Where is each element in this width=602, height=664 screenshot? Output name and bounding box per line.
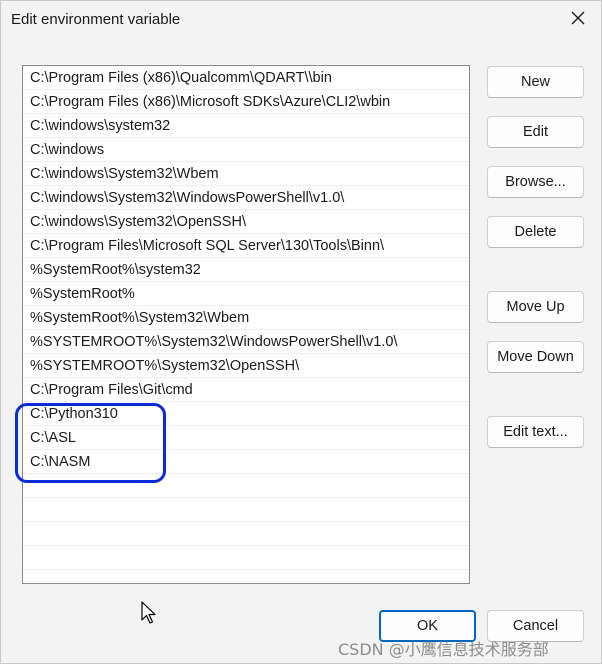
list-item[interactable] [23, 474, 469, 498]
list-item[interactable]: C:\ASL [23, 426, 469, 450]
list-item[interactable]: C:\Python310 [23, 402, 469, 426]
edit-environment-variable-dialog: Edit environment variable C:\Program Fil… [0, 0, 602, 664]
close-icon [571, 11, 585, 30]
mouse-cursor-icon [141, 601, 157, 625]
list-item[interactable]: C:\Program Files (x86)\Qualcomm\QDART\\b… [23, 66, 469, 90]
list-item[interactable]: %SYSTEMROOT%\System32\WindowsPowerShell\… [23, 330, 469, 354]
list-item[interactable]: %SystemRoot%\system32 [23, 258, 469, 282]
list-item[interactable]: C:\windows\System32\OpenSSH\ [23, 210, 469, 234]
list-item[interactable]: C:\Program Files (x86)\Microsoft SDKs\Az… [23, 90, 469, 114]
watermark-text: CSDN @小鹰信息技术服务部 [338, 640, 549, 659]
edit-text-button[interactable]: Edit text... [487, 416, 584, 448]
new-button[interactable]: New [487, 66, 584, 98]
list-item[interactable] [23, 522, 469, 546]
delete-button[interactable]: Delete [487, 216, 584, 248]
browse-button[interactable]: Browse... [487, 166, 584, 198]
close-button[interactable] [563, 5, 593, 35]
edit-button[interactable]: Edit [487, 116, 584, 148]
dialog-title: Edit environment variable [11, 11, 181, 28]
list-item[interactable] [23, 498, 469, 522]
list-item[interactable]: C:\windows\System32\WindowsPowerShell\v1… [23, 186, 469, 210]
list-item[interactable]: C:\Program Files\Microsoft SQL Server\13… [23, 234, 469, 258]
move-down-button[interactable]: Move Down [487, 341, 584, 373]
list-item[interactable]: C:\windows [23, 138, 469, 162]
list-item[interactable]: C:\windows\System32\Wbem [23, 162, 469, 186]
list-item[interactable]: %SystemRoot% [23, 282, 469, 306]
list-item[interactable]: C:\Program Files\Git\cmd [23, 378, 469, 402]
list-item[interactable]: %SystemRoot%\System32\Wbem [23, 306, 469, 330]
list-item[interactable]: %SYSTEMROOT%\System32\OpenSSH\ [23, 354, 469, 378]
list-item[interactable]: C:\NASM [23, 450, 469, 474]
list-item[interactable] [23, 546, 469, 570]
move-up-button[interactable]: Move Up [487, 291, 584, 323]
title-bar: Edit environment variable [1, 1, 601, 39]
list-item[interactable]: C:\windows\system32 [23, 114, 469, 138]
path-list[interactable]: C:\Program Files (x86)\Qualcomm\QDART\\b… [22, 65, 470, 584]
